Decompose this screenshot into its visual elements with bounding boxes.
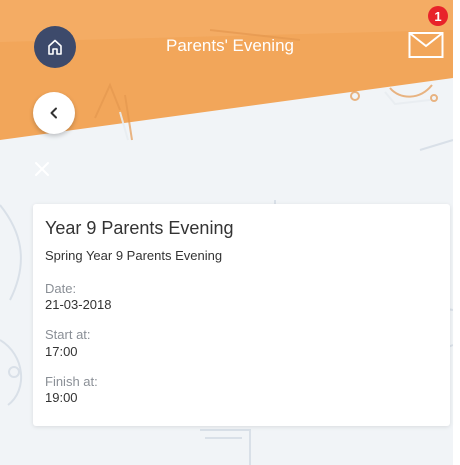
date-value: 21-03-2018 (45, 297, 112, 312)
start-value: 17:00 (45, 344, 78, 359)
finish-value: 19:00 (45, 390, 78, 405)
close-button[interactable] (33, 160, 51, 178)
event-card: Year 9 Parents Evening Spring Year 9 Par… (33, 204, 450, 426)
date-label: Date: (45, 281, 77, 296)
close-icon (35, 162, 49, 176)
home-icon (48, 39, 62, 55)
unread-badge: 1 (428, 6, 448, 26)
home-button[interactable] (34, 26, 76, 68)
start-label: Start at: (45, 327, 91, 342)
right-edge-strip (453, 0, 460, 465)
event-subtitle: Spring Year 9 Parents Evening (45, 248, 223, 263)
mail-icon (408, 32, 444, 58)
finish-label: Finish at: (45, 374, 98, 389)
mail-button[interactable] (408, 31, 444, 59)
page-title: Parents' Evening (166, 36, 294, 55)
app-screen: Parents' Evening 1 Year 9 Parents Evenin… (0, 0, 460, 465)
back-button[interactable] (33, 92, 75, 134)
chevron-left-icon (50, 107, 57, 119)
event-title: Year 9 Parents Evening (45, 218, 234, 238)
